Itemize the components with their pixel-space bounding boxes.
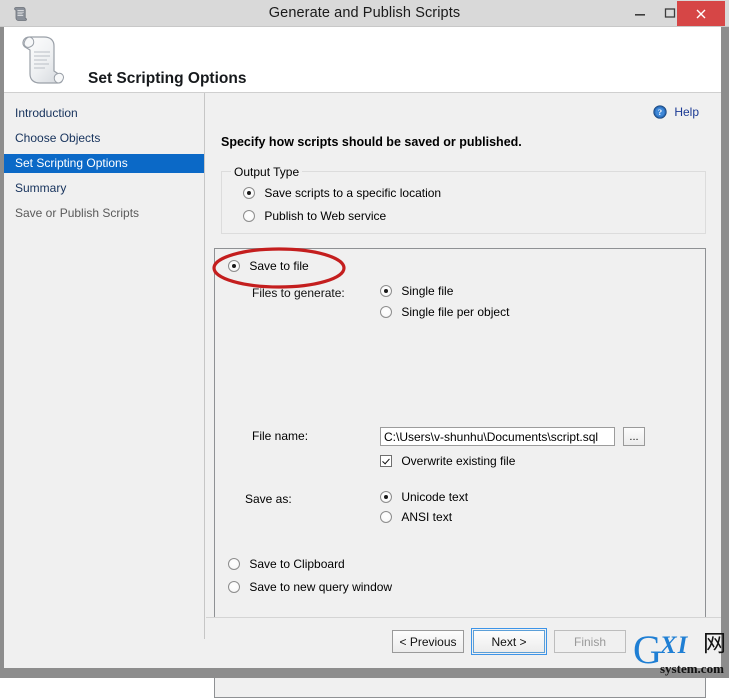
radio-indicator (380, 511, 392, 523)
radio-indicator (243, 187, 255, 199)
title-bar: Generate and Publish Scripts (0, 0, 729, 27)
sidebar-item-save-or-publish-scripts[interactable]: Save or Publish Scripts (1, 204, 204, 223)
radio-label: Save to Clipboard (249, 557, 345, 571)
radio-ansi-text[interactable]: ANSI text (380, 510, 452, 524)
script-scroll-icon (16, 32, 68, 88)
radio-save-to-new-query-window[interactable]: Save to new query window (228, 580, 392, 594)
sidebar-item-label: Introduction (15, 106, 78, 120)
page-banner: Set Scripting Options (0, 27, 729, 93)
svg-text:?: ? (658, 107, 662, 117)
radio-label: Save to new query window (249, 580, 393, 594)
radio-publish-to-web-service[interactable]: Publish to Web service (243, 209, 386, 223)
radio-unicode-text[interactable]: Unicode text (380, 490, 468, 504)
file-name-input[interactable] (380, 427, 615, 446)
radio-save-to-file[interactable]: Save to file (228, 259, 309, 273)
radio-indicator (228, 558, 240, 570)
instruction-text: Specify how scripts should be saved or p… (221, 135, 522, 149)
output-type-legend: Output Type (231, 165, 303, 179)
window-left-border (0, 27, 4, 668)
window-title: Generate and Publish Scripts (268, 5, 461, 21)
sidebar-item-set-scripting-options[interactable]: Set Scripting Options (1, 154, 204, 173)
radio-indicator (380, 306, 392, 318)
help-link[interactable]: ? Help (653, 105, 699, 122)
checkbox-indicator (380, 455, 392, 467)
sidebar-item-introduction[interactable]: Introduction (1, 104, 204, 123)
content-panel: ? Help Specify how scripts should be sav… (206, 93, 721, 698)
radio-label: Save to file (249, 259, 309, 273)
sidebar-item-label: Summary (15, 181, 67, 195)
radio-indicator (228, 260, 240, 272)
sidebar-item-label: Set Scripting Options (15, 156, 128, 170)
radio-save-to-clipboard[interactable]: Save to Clipboard (228, 557, 345, 571)
minimize-button[interactable] (625, 1, 655, 25)
checkbox-label: Overwrite existing file (401, 454, 516, 468)
window-right-border (721, 27, 729, 668)
radio-indicator (380, 491, 392, 503)
help-label: Help (674, 105, 699, 119)
wizard-window: Generate and Publish Scripts Set Scripti… (0, 0, 729, 698)
wizard-footer: < Previous Next > Finish (206, 617, 724, 669)
previous-button[interactable]: < Previous (392, 630, 464, 653)
save-as-label: Save as: (245, 492, 292, 506)
sidebar-item-label: Choose Objects (15, 131, 101, 145)
file-name-label: File name: (252, 429, 309, 443)
files-to-generate-label: Files to generate: (252, 286, 345, 300)
browse-button[interactable]: ... (623, 427, 645, 446)
close-button[interactable] (677, 1, 725, 26)
radio-label: Save scripts to a specific location (264, 186, 442, 200)
page-title: Set Scripting Options (88, 70, 247, 87)
radio-indicator (380, 285, 392, 297)
radio-save-scripts-to-specific-location[interactable]: Save scripts to a specific location (243, 186, 441, 200)
radio-single-file-per-object[interactable]: Single file per object (380, 305, 509, 319)
output-type-group: Output Type Save scripts to a specific l… (221, 165, 706, 234)
radio-indicator (243, 210, 255, 222)
radio-label: Unicode text (401, 490, 469, 504)
sidebar-item-choose-objects[interactable]: Choose Objects (1, 129, 204, 148)
radio-label: Single file (401, 284, 454, 298)
window-bottom-border (0, 668, 729, 678)
finish-button: Finish (554, 630, 626, 653)
radio-label: Publish to Web service (264, 209, 387, 223)
radio-label: Single file per object (401, 305, 510, 319)
checkbox-overwrite-existing-file[interactable]: Overwrite existing file (380, 454, 515, 468)
next-button[interactable]: Next > (471, 628, 547, 655)
radio-label: ANSI text (401, 510, 453, 524)
sidebar-item-label: Save or Publish Scripts (15, 206, 140, 220)
wizard-step-list: Introduction Choose Objects Set Scriptin… (1, 93, 205, 639)
help-question-icon: ? (653, 105, 667, 122)
sidebar-item-summary[interactable]: Summary (1, 179, 204, 198)
radio-indicator (228, 581, 240, 593)
radio-single-file[interactable]: Single file (380, 284, 453, 298)
